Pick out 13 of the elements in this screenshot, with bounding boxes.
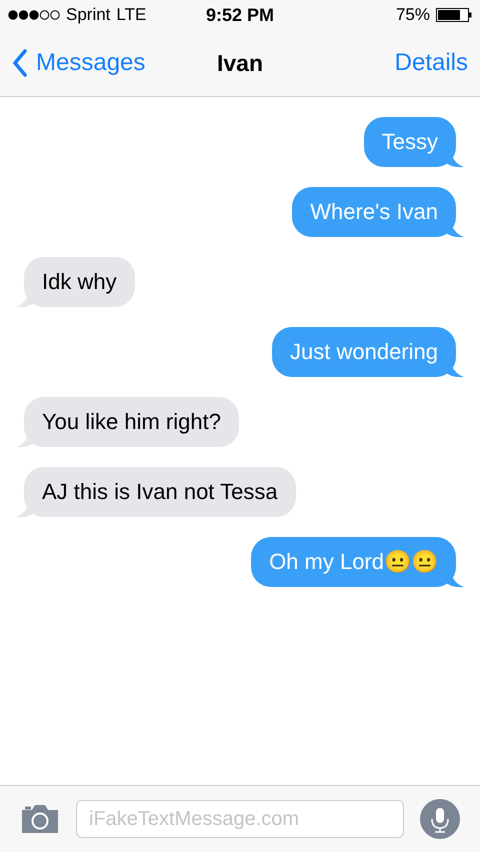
back-button[interactable]: Messages bbox=[12, 49, 146, 77]
message-input[interactable]: iFakeTextMessage.com bbox=[76, 800, 404, 838]
details-button[interactable]: Details bbox=[394, 49, 468, 77]
carrier-name: Sprint bbox=[66, 5, 110, 25]
network-type: LTE bbox=[116, 5, 146, 25]
clock-time: 9:52 PM bbox=[206, 4, 274, 26]
camera-icon[interactable] bbox=[20, 804, 60, 834]
conversation-title: Ivan bbox=[216, 50, 264, 76]
signal-icon bbox=[8, 10, 60, 20]
battery-icon bbox=[436, 8, 472, 22]
microphone-icon[interactable] bbox=[420, 799, 460, 839]
chevron-left-icon bbox=[12, 49, 28, 77]
battery-percent: 75% bbox=[396, 5, 430, 25]
